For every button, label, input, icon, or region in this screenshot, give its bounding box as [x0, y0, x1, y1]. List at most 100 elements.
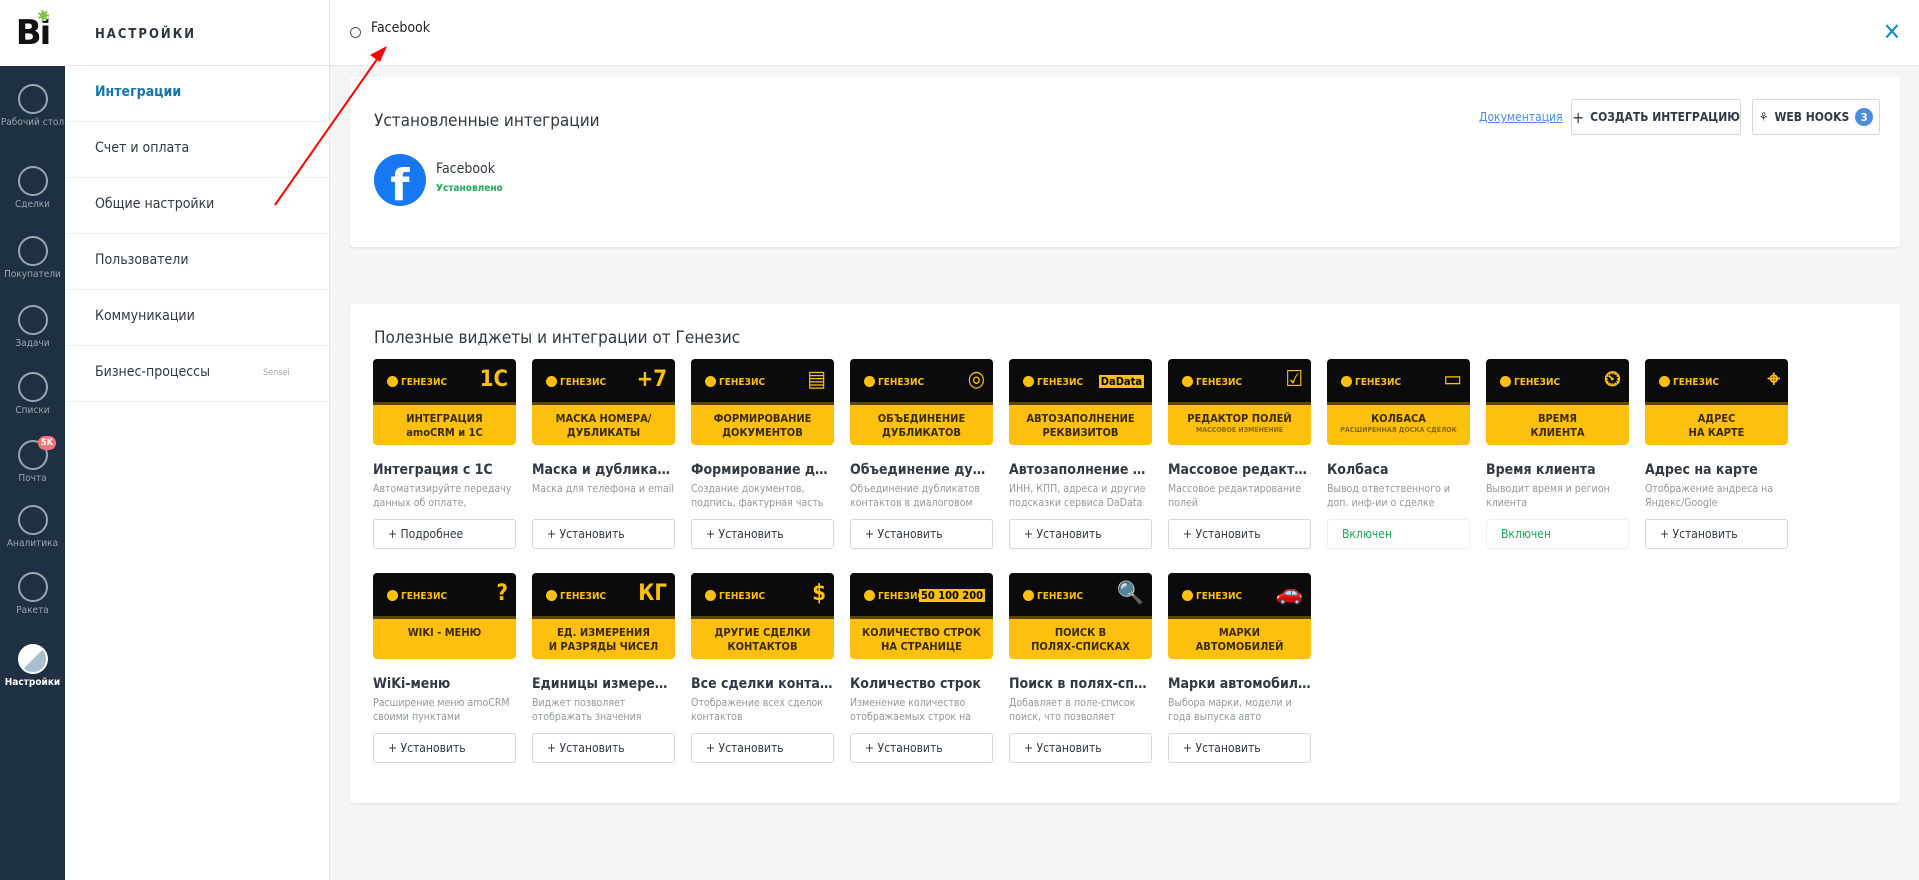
nav-item[interactable]: Задачи [0, 305, 65, 350]
widget-banner[interactable]: ГЕНЕЗИС 🔍 ПОИСК В ПОЛЯХ-СПИСКАХ [1009, 573, 1152, 659]
install-button[interactable]: + Установить [532, 733, 675, 763]
close-icon[interactable]: ✕ [1883, 18, 1901, 46]
widget-banner[interactable]: ГЕНЕЗИС ☑ РЕДАКТОР ПОЛЕЙ МАССОВОЕ ИЗМЕНЕНИ… [1168, 359, 1311, 445]
integration-name[interactable]: Facebook [436, 161, 495, 177]
widget-glyph-icon: 🔍 [1116, 581, 1144, 606]
webhooks-label: WEB HOOKS [1774, 110, 1850, 124]
widget-banner[interactable]: ГЕНЕЗИС $ ДРУГИЕ СДЕЛКИ КОНТАКТОВ [691, 573, 834, 659]
nav-item[interactable]: 5K Почта [0, 436, 65, 485]
widget-banner[interactable]: ГЕНЕЗИС КГ ЕД. ИЗМЕРЕНИЯ И РАЗРЯДЫ ЧИСЕЛ [532, 573, 675, 659]
settings-item-label: Коммуникации [95, 308, 195, 324]
logo[interactable]: Bi [0, 0, 65, 66]
facebook-icon[interactable]: f [374, 154, 426, 206]
install-button[interactable]: + Установить [1645, 519, 1788, 549]
widget-glyph-icon: 🚗 [1275, 581, 1303, 606]
install-button[interactable]: + Установить [532, 519, 675, 549]
banner-caption: ФОРМИРОВАНИЕ [713, 412, 812, 425]
left-nav: Bi Рабочий стол Сделки Покупатели Задачи Спи… [0, 0, 65, 880]
enabled-status[interactable]: Включен [1486, 519, 1629, 549]
button-label: Включен [1342, 527, 1393, 541]
install-button[interactable]: + Установить [1168, 733, 1311, 763]
search-input[interactable] [371, 20, 971, 36]
widget-description: Маска для телефона и email [532, 483, 675, 495]
settings-item[interactable]: Счет и оплата [65, 122, 329, 178]
widget-banner[interactable]: ГЕНЕЗИС 🚗 МАРКИ АВТОМОБИЛЕЙ [1168, 573, 1311, 659]
widget-tile: ГЕНЕЗИС? WIKI - МЕНЮ WiKi-меню Расширени… [373, 573, 516, 763]
webhooks-button[interactable]: ⚘ WEB HOOKS 3 [1752, 99, 1880, 135]
banner-caption-2: КЛИЕНТА [1530, 426, 1585, 439]
brand-label: ГЕНЕЗИС [719, 591, 766, 602]
widget-banner[interactable]: ГЕНЕЗИС? WIKI - МЕНЮ [373, 573, 516, 659]
widget-banner[interactable]: ГЕНЕЗИС ▭ КОЛБАСА РАСШИРЕННАЯ ДОСКА СДЕЛОК [1327, 359, 1470, 445]
button-label: Установить [718, 741, 784, 755]
documentation-link[interactable]: Документация [1479, 110, 1563, 124]
install-button[interactable]: + Установить [373, 733, 516, 763]
widget-title: Маска и дубликаты [532, 462, 675, 478]
widget-banner[interactable]: ГЕНЕЗИС 50 100 200 КОЛИЧЕСТВО СТРОК НА СТР… [850, 573, 993, 659]
widget-banner[interactable]: ГЕНЕЗИС +7 МАСКА НОМЕРА/ДУБЛИКАТЫ [532, 359, 675, 445]
banner-caption: ПОИСК В [1054, 626, 1107, 639]
nav-item[interactable]: Рабочий стол [0, 84, 65, 129]
install-button[interactable]: + Подробнее [373, 519, 516, 549]
button-label: Установить [1036, 527, 1102, 541]
widget-title: Марки автомобилей [1168, 676, 1311, 692]
brand-label: ГЕНЕЗИС [1514, 377, 1561, 388]
brand-label: ГЕНЕЗИС [401, 591, 448, 602]
widget-banner[interactable]: ГЕНЕЗИС ◎ ОБЪЕДИНЕНИЕ ДУБЛИКАТОВ [850, 359, 993, 445]
widget-banner[interactable]: ГЕНЕЗИС ▤ ФОРМИРОВАНИЕ ДОКУМЕНТОВ [691, 359, 834, 445]
banner-caption: КОЛИЧЕСТВО СТРОК [862, 626, 981, 639]
banner-caption-2: НА КАРТЕ [1688, 426, 1745, 439]
nav-item[interactable]: Настройки [0, 644, 65, 689]
mail-count-badge: 5K [38, 436, 56, 450]
settings-item[interactable]: Интеграции [65, 66, 329, 122]
genesis-logo-icon [546, 376, 557, 387]
widget-title: Время клиента [1486, 462, 1596, 478]
button-label: Установить [400, 741, 466, 755]
widget-banner[interactable]: ГЕНЕЗИС ⌖ АДРЕС НА КАРТЕ [1645, 359, 1788, 445]
button-label: Установить [1672, 527, 1738, 541]
genesis-logo-icon [1023, 590, 1034, 601]
banner-caption-2: ПОЛЯХ-СПИСКАХ [1031, 640, 1130, 653]
settings-item[interactable]: Коммуникации [65, 290, 329, 346]
button-label: Установить [877, 527, 943, 541]
install-button[interactable]: + Установить [850, 519, 993, 549]
settings-icon [17, 644, 48, 674]
install-button[interactable]: + Установить [850, 733, 993, 763]
enabled-status[interactable]: Включен [1327, 519, 1470, 549]
button-label: Подробнее [400, 527, 464, 541]
settings-item[interactable]: Общие настройки [65, 178, 329, 234]
settings-item-label: Общие настройки [95, 196, 215, 212]
banner-caption-2: И РАЗРЯДЫ ЧИСЕЛ [548, 640, 659, 653]
install-button[interactable]: + Установить [691, 519, 834, 549]
create-label: СОЗДАТЬ ИНТЕГРАЦИЮ [1590, 110, 1740, 124]
settings-item[interactable]: Бизнес-процессы Sensei [65, 346, 329, 402]
banner-caption: МАСКА НОМЕРА/ [555, 412, 652, 425]
widget-banner[interactable]: ГЕНЕЗИС DaData АВТОЗАПОЛНЕНИЕ РЕКВИЗИТОВ [1009, 359, 1152, 445]
install-button[interactable]: + Установить [1009, 733, 1152, 763]
nav-item[interactable]: Ракета [0, 572, 65, 617]
widget-tile: ГЕНЕЗИС DaData АВТОЗАПОЛНЕНИЕ РЕКВИЗИТОВ А… [1009, 359, 1152, 549]
button-label: Установить [559, 741, 625, 755]
widget-description: ИНН, КПП, адреса и другие подсказки серв… [1009, 483, 1146, 509]
widget-glyph-icon: ⏲ [1603, 367, 1621, 392]
nav-item[interactable]: Аналитика [0, 505, 65, 550]
nav-item[interactable]: Покупатели [0, 236, 65, 281]
nav-item[interactable]: Списки [0, 372, 65, 417]
widget-tile: ГЕНЕЗИС +7 МАСКА НОМЕРА/ДУБЛИКАТЫ Маска и… [532, 359, 675, 549]
install-button[interactable]: + Установить [1168, 519, 1311, 549]
genesis-logo-icon [546, 590, 557, 601]
widgets-card: Полезные виджеты и интеграции от Генезис… [350, 304, 1900, 803]
widget-banner[interactable]: ГЕНЕЗИС 1С ИНТЕГРАЦИЯ amoCRM и 1С [373, 359, 516, 445]
widget-tile: ГЕНЕЗИС $ ДРУГИЕ СДЕЛКИ КОНТАКТОВ Все сдел… [691, 573, 834, 763]
install-button[interactable]: + Установить [691, 733, 834, 763]
widget-glyph-icon: КГ [638, 581, 667, 606]
webhooks-icon: ⚘ [1758, 110, 1769, 124]
genesis-logo-icon [387, 590, 398, 601]
widget-title: Объединение дубликатов [850, 462, 993, 478]
widget-title: WiKi-меню [373, 676, 451, 692]
settings-item[interactable]: Пользователи [65, 234, 329, 290]
create-integration-button[interactable]: + СОЗДАТЬ ИНТЕГРАЦИЮ [1571, 99, 1741, 135]
nav-item[interactable]: Сделки [0, 166, 65, 211]
widget-banner[interactable]: ГЕНЕЗИС ⏲ ВРЕМЯ КЛИЕНТА [1486, 359, 1629, 445]
install-button[interactable]: + Установить [1009, 519, 1152, 549]
